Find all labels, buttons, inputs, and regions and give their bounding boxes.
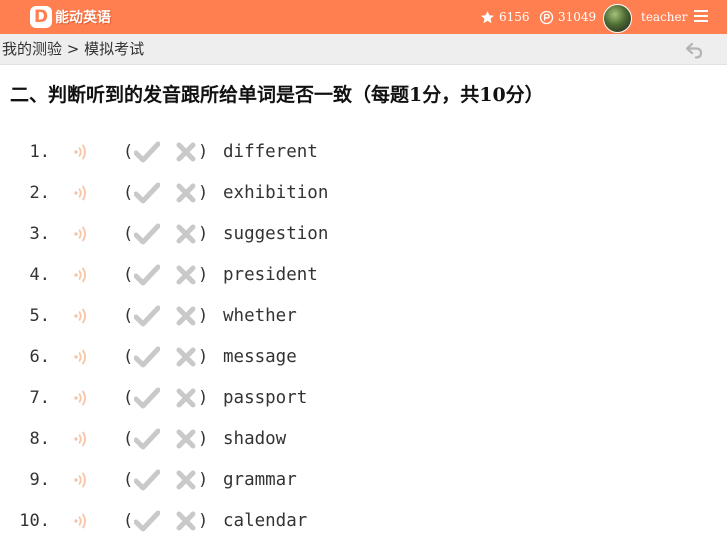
question-row: 7. ( ) passport [0, 384, 727, 412]
check-icon[interactable] [134, 264, 160, 286]
open-paren: ( [123, 470, 134, 490]
speaker-icon[interactable] [72, 348, 92, 366]
section-title: 二、判断听到的发音跟所给单词是否一致（每题1分，共10分） [10, 84, 544, 106]
word-text: grammar [223, 470, 297, 490]
cross-icon[interactable] [175, 142, 197, 162]
cross-icon[interactable] [175, 470, 197, 490]
logo-text: 能动英语 [55, 10, 111, 26]
check-icon[interactable] [134, 305, 160, 327]
close-paren: ) [198, 511, 209, 531]
close-paren: ) [198, 142, 209, 162]
question-number: 5. [29, 306, 50, 326]
coins-stat: 31049 [539, 0, 596, 34]
cross-icon[interactable] [175, 429, 197, 449]
open-paren: ( [123, 224, 134, 244]
question-number: 9. [29, 470, 50, 490]
avatar[interactable] [603, 4, 632, 33]
close-paren: ) [198, 429, 209, 449]
hamburger-icon[interactable] [694, 10, 708, 24]
speaker-icon[interactable] [72, 471, 92, 489]
open-paren: ( [123, 429, 134, 449]
open-paren: ( [123, 347, 134, 367]
question-row: 8. ( ) shadow [0, 425, 727, 453]
app-logo[interactable]: D 能动英语 [30, 6, 111, 28]
coins-count: 31049 [558, 10, 597, 24]
stars-stat: 6156 [480, 0, 530, 34]
open-paren: ( [123, 265, 134, 285]
speaker-icon[interactable] [72, 430, 92, 448]
question-number: 2. [29, 183, 50, 203]
check-icon[interactable] [134, 223, 160, 245]
close-paren: ) [198, 306, 209, 326]
check-icon[interactable] [134, 510, 160, 532]
word-text: shadow [223, 429, 287, 449]
breadcrumb-bar: 我的测验 > 模拟考试 [0, 34, 727, 65]
check-icon[interactable] [134, 141, 160, 163]
question-number: 10. [19, 511, 50, 531]
question-row: 6. ( ) message [0, 343, 727, 371]
question-row: 4. ( ) president [0, 261, 727, 289]
word-text: exhibition [223, 183, 329, 203]
close-paren: ) [198, 183, 209, 203]
question-number: 8. [29, 429, 50, 449]
cross-icon[interactable] [175, 224, 197, 244]
question-row: 5. ( ) whether [0, 302, 727, 330]
speaker-icon[interactable] [72, 389, 92, 407]
word-text: message [223, 347, 297, 367]
cross-icon[interactable] [175, 306, 197, 326]
question-row: 1. ( ) different [0, 138, 727, 166]
check-icon[interactable] [134, 428, 160, 450]
close-paren: ) [198, 224, 209, 244]
speaker-icon[interactable] [72, 225, 92, 243]
question-number: 4. [29, 265, 50, 285]
check-icon[interactable] [134, 182, 160, 204]
open-paren: ( [123, 388, 134, 408]
question-row: 3. ( ) suggestion [0, 220, 727, 248]
cross-icon[interactable] [175, 183, 197, 203]
check-icon[interactable] [134, 346, 160, 368]
close-paren: ) [198, 265, 209, 285]
word-text: suggestion [223, 224, 329, 244]
question-row: 2. ( ) exhibition [0, 179, 727, 207]
speaker-icon[interactable] [72, 184, 92, 202]
close-paren: ) [198, 470, 209, 490]
word-text: passport [223, 388, 308, 408]
close-paren: ) [198, 347, 209, 367]
word-text: calendar [223, 511, 308, 531]
question-number: 1. [29, 142, 50, 162]
speaker-icon[interactable] [72, 512, 92, 530]
username[interactable]: teacher [641, 0, 687, 34]
check-icon[interactable] [134, 469, 160, 491]
cross-icon[interactable] [175, 388, 197, 408]
open-paren: ( [123, 142, 134, 162]
open-paren: ( [123, 306, 134, 326]
speaker-icon[interactable] [72, 266, 92, 284]
cross-icon[interactable] [175, 511, 197, 531]
coin-icon [539, 10, 554, 24]
word-text: whether [223, 306, 297, 326]
question-row: 9. ( ) grammar [0, 466, 727, 494]
word-text: president [223, 265, 318, 285]
question-number: 7. [29, 388, 50, 408]
check-icon[interactable] [134, 387, 160, 409]
undo-icon[interactable] [684, 40, 706, 60]
question-number: 6. [29, 347, 50, 367]
open-paren: ( [123, 183, 134, 203]
word-text: different [223, 142, 318, 162]
cross-icon[interactable] [175, 265, 197, 285]
cross-icon[interactable] [175, 347, 197, 367]
question-row: 10. ( ) calendar [0, 507, 727, 535]
open-paren: ( [123, 511, 134, 531]
close-paren: ) [198, 388, 209, 408]
breadcrumb: 我的测验 > 模拟考试 [2, 40, 145, 58]
top-bar: D 能动英语 6156 31049 teacher [0, 0, 727, 34]
logo-letter: D [30, 6, 52, 28]
speaker-icon[interactable] [72, 307, 92, 325]
stars-count: 6156 [499, 10, 530, 24]
star-icon [481, 10, 494, 23]
question-number: 3. [29, 224, 50, 244]
speaker-icon[interactable] [72, 143, 92, 161]
